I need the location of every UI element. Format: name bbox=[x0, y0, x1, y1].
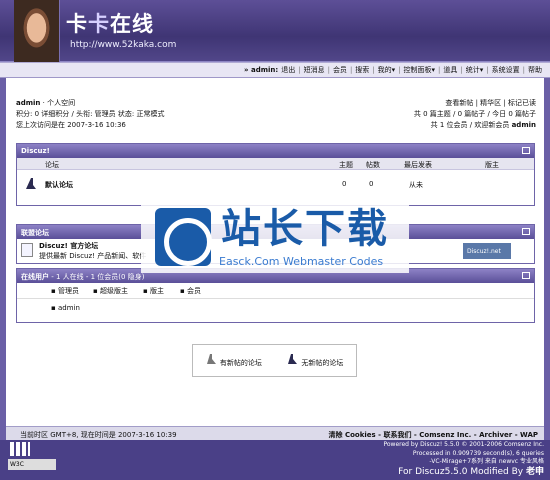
forum-name-link[interactable]: 默认论坛 bbox=[45, 180, 73, 190]
watermark-logo-icon bbox=[155, 208, 212, 266]
user-credits: 积分: 0 详细积分 / 头衔: 管理员 状态: 正常模式 bbox=[16, 110, 165, 118]
user-link[interactable]: admin bbox=[16, 99, 40, 107]
nav-stats[interactable]: 统计▾ bbox=[466, 65, 484, 75]
post-stats: 共 0 篇主题 / 0 篇帖子 / 今日 0 篇帖子 bbox=[413, 110, 536, 118]
last-visit: 您上次访问是在 2007-3-16 10:36 bbox=[16, 121, 126, 129]
watermark-subtitle: Easck.Com Webmaster Codes bbox=[219, 255, 384, 268]
nav-my[interactable]: 我的▾ bbox=[378, 65, 396, 75]
role-admin: ▪ 管理员 bbox=[51, 287, 79, 295]
legend-none: 无新帖的论坛 bbox=[287, 353, 343, 368]
forum-column-headers: 论坛 主题 帖数 最后发表 版主 bbox=[17, 158, 534, 170]
nav-items[interactable]: 道具 bbox=[443, 65, 457, 75]
online-box: 在线用户 - 1 人在线 - 1 位会员(0 隐身) ▪ 管理员 ▪ 超级版主 … bbox=[16, 268, 535, 323]
league-badge[interactable]: Discuz!.net bbox=[463, 243, 511, 259]
nav-members[interactable]: 会员 bbox=[333, 65, 347, 75]
watermark-overlay: 站长下载 Easck.Com Webmaster Codes bbox=[141, 203, 409, 273]
forum-list-box: Discuz! 论坛 主题 帖数 最后发表 版主 默认论坛 0 0 从未 bbox=[16, 143, 535, 206]
role-super-mod: ▪ 超级版主 bbox=[93, 287, 128, 295]
site-header: 卡卡在线 http://www.52kaka.com bbox=[0, 0, 550, 62]
online-legend: ▪ 管理员 ▪ 超级版主 ▪ 版主 ▪ 会员 bbox=[17, 283, 534, 299]
forum-row: 默认论坛 0 0 从未 bbox=[17, 170, 534, 197]
site-url: http://www.52kaka.com bbox=[70, 40, 177, 50]
w3c-badge[interactable]: W3C bbox=[8, 459, 56, 470]
watermark-title: 站长下载 bbox=[221, 205, 389, 252]
nav-help[interactable]: 帮助 bbox=[528, 65, 542, 75]
nav-settings[interactable]: 系统设置 bbox=[492, 65, 520, 75]
role-mod: ▪ 版主 bbox=[143, 287, 164, 295]
document-icon bbox=[21, 243, 33, 257]
online-user-row: ▪ admin bbox=[17, 299, 534, 321]
top-navbar: » admin: 退出 | 短消息 | 会员 | 搜索 | 我的▾ | 控制面板▾ | 道具… bbox=[0, 62, 550, 78]
league-link-title[interactable]: Discuz! 官方论坛 bbox=[39, 241, 98, 251]
forum-box-header: Discuz! bbox=[17, 144, 534, 158]
credits-footer: W3C Powered by Discuz! 5.5.0 © 2001-2006… bbox=[0, 440, 550, 480]
footer-time: 当前时区 GMT+8, 现在时间是 2007-3-16 10:39 bbox=[20, 431, 177, 439]
nav-search[interactable]: 搜索 bbox=[355, 65, 369, 75]
collapse-icon[interactable] bbox=[522, 147, 530, 154]
legend-new: 有新帖的论坛 bbox=[206, 353, 262, 368]
nav-logout[interactable]: 退出 bbox=[281, 65, 295, 75]
grid-icon bbox=[10, 442, 30, 456]
online-user[interactable]: ▪ admin bbox=[51, 304, 80, 312]
avatar bbox=[14, 0, 60, 62]
credits-text: Powered by Discuz! 5.5.0 © 2001-2006 Com… bbox=[383, 441, 544, 477]
footer-links[interactable]: 清除 Cookies - 联系我们 - Comsenz Inc. - Archi… bbox=[329, 430, 538, 440]
footer-bar: 当前时区 GMT+8, 现在时间是 2007-3-16 10:39 清除 Coo… bbox=[6, 426, 544, 440]
site-title[interactable]: 卡卡在线 bbox=[66, 8, 154, 38]
forum-legend: 有新帖的论坛 无新帖的论坛 bbox=[192, 344, 357, 377]
role-member: ▪ 会员 bbox=[180, 287, 201, 295]
user-info: admin · 个人空间 积分: 0 详细积分 / 头衔: 管理员 状态: 正常… bbox=[16, 99, 165, 129]
collapse-icon[interactable] bbox=[522, 228, 530, 235]
quick-links[interactable]: 查看新帖 | 精华区 | 标记已读 bbox=[414, 98, 536, 109]
nav-control-panel[interactable]: 控制面板▾ bbox=[404, 65, 436, 75]
forum-status-icon bbox=[25, 177, 37, 192]
nav-user: » admin: bbox=[244, 66, 279, 74]
forum-stats: 查看新帖 | 精华区 | 标记已读 共 0 篇主题 / 0 篇帖子 / 今日 0… bbox=[413, 98, 536, 129]
newest-member-link[interactable]: admin bbox=[512, 121, 536, 129]
nav-messages[interactable]: 短消息 bbox=[304, 65, 325, 75]
collapse-icon[interactable] bbox=[522, 272, 530, 279]
